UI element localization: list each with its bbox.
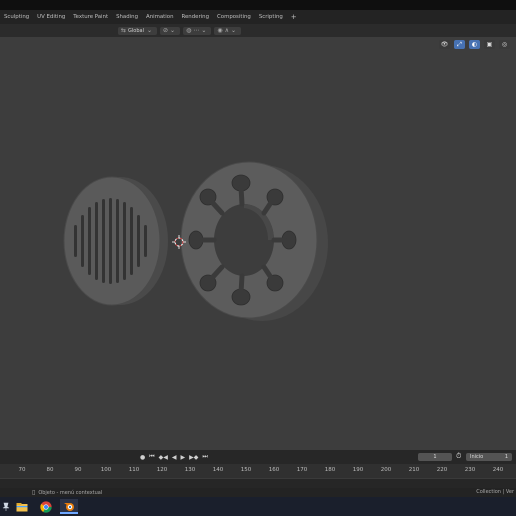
jump-end-icon[interactable]: ⏭ xyxy=(202,453,207,461)
tab-shading[interactable]: Shading xyxy=(112,14,142,20)
tab-rendering[interactable]: Rendering xyxy=(177,14,213,20)
timeline-tick: 200 xyxy=(380,467,392,473)
timeline-tick: 170 xyxy=(296,467,308,473)
timeline-tick: 90 xyxy=(74,467,82,473)
taskbar-pinned-icon[interactable] xyxy=(0,499,12,514)
proportional-editing-icon: ◉ xyxy=(217,27,223,34)
timeline-tick: 140 xyxy=(212,467,224,473)
status-hint: ▯ Objeto - menú contextual xyxy=(32,489,102,496)
chevron-down-icon: ⌄ xyxy=(201,27,207,34)
ring-frame-object xyxy=(180,161,328,321)
timeline-tick: 130 xyxy=(184,467,196,473)
tab-sculpting[interactable]: Sculpting xyxy=(0,14,33,20)
transform-orientation-dropdown[interactable]: ⇆ Global ⌄ xyxy=(118,26,158,35)
keyframe-dot-icon[interactable]: ● xyxy=(140,454,145,461)
timeline-tick: 180 xyxy=(324,467,336,473)
header-tools: ⇆ Global ⌄ ⊘ ⌄ ◍ ⋯ ⌄ ◉ ∧ ⌄ xyxy=(118,26,242,35)
mouse-right-icon: ▯ xyxy=(32,489,36,496)
pivot-point-dropdown[interactable]: ⊘ ⌄ xyxy=(160,26,181,35)
blender-icon[interactable] xyxy=(60,499,78,514)
proportional-editing-toggle[interactable]: ◉ ∧ ⌄ xyxy=(214,26,242,35)
start-frame-field[interactable]: Inicio 1 xyxy=(466,453,512,461)
tab-animation[interactable]: Animation xyxy=(142,14,177,20)
current-frame-field[interactable]: 1 xyxy=(418,453,452,461)
chrome-icon[interactable] xyxy=(37,499,55,514)
status-info: Collection | Ver xyxy=(476,489,514,495)
scene-render xyxy=(63,161,328,321)
timeline-tick: 190 xyxy=(352,467,364,473)
play-reverse-icon[interactable]: ◀ xyxy=(172,454,177,461)
play-icon[interactable]: ▶ xyxy=(181,454,186,461)
timeline-ruler[interactable]: 70 80 90 100 110 120 130 140 150 160 170… xyxy=(0,464,516,478)
pivot-point-icon: ⊘ xyxy=(163,27,169,34)
os-taskbar xyxy=(0,497,516,516)
chevron-down-icon: ⌄ xyxy=(146,27,153,34)
chevron-down-icon: ⌄ xyxy=(231,27,237,34)
timeline-tick: 110 xyxy=(128,467,140,473)
grille-cap-object xyxy=(63,176,168,306)
jump-start-icon[interactable]: ⏮ xyxy=(149,453,154,461)
falloff-icon: ∧ xyxy=(224,27,230,34)
timeline-tick: 70 xyxy=(18,467,26,473)
timeline-tick: 150 xyxy=(240,467,252,473)
orientation-label: Global xyxy=(128,27,144,34)
timeline-tick: 210 xyxy=(408,467,420,473)
tab-texture-paint[interactable]: Texture Paint xyxy=(69,14,112,20)
tab-uv-editing[interactable]: UV Editing xyxy=(33,14,69,20)
clock-icon: ⏱ xyxy=(456,452,462,460)
start-label: Inicio xyxy=(470,454,484,460)
timeline-tick: 100 xyxy=(100,467,112,473)
viewport-header: ⇆ Global ⌄ ⊘ ⌄ ◍ ⋯ ⌄ ◉ ∧ ⌄ xyxy=(0,24,516,37)
file-explorer-icon[interactable] xyxy=(13,499,31,514)
next-keyframe-icon[interactable]: ▶◆ xyxy=(189,454,198,461)
transform-orientation-icon: ⇆ xyxy=(121,27,127,34)
timeline-tick: 230 xyxy=(464,467,476,473)
timeline-tick: 220 xyxy=(436,467,448,473)
workspace-tabs-bar: Sculpting UV Editing Texture Paint Shadi… xyxy=(0,10,516,24)
chevron-down-icon: ⌄ xyxy=(170,27,176,34)
playback-controls: ● ⏮ ◆◀ ◀ ▶ ▶◆ ⏭ xyxy=(140,453,208,461)
start-value: 1 xyxy=(504,454,508,460)
prev-keyframe-icon[interactable]: ◆◀ xyxy=(159,454,168,461)
status-hint-text: Objeto - menú contextual xyxy=(38,489,103,496)
snap-toggle[interactable]: ◍ ⋯ ⌄ xyxy=(183,26,212,35)
add-workspace-button[interactable]: + xyxy=(287,13,301,21)
tab-scripting[interactable]: Scripting xyxy=(255,14,287,20)
timeline-tick: 80 xyxy=(46,467,54,473)
playback-bar: ● ⏮ ◆◀ ◀ ▶ ▶◆ ⏭ 1 ⏱ Inicio 1 xyxy=(0,450,516,464)
timeline-tick: 160 xyxy=(268,467,280,473)
snap-icon: ◍ xyxy=(186,27,192,34)
tab-compositing[interactable]: Compositing xyxy=(213,14,255,20)
snap-increment-icon: ⋯ xyxy=(193,27,200,34)
timeline-tick: 120 xyxy=(156,467,168,473)
3d-viewport[interactable]: 👁 ⤢ ◐ ▣ ◎ xyxy=(0,37,516,450)
status-bar: ▯ Objeto - menú contextual Collection | … xyxy=(0,488,516,497)
timeline-tick: 240 xyxy=(492,467,504,473)
